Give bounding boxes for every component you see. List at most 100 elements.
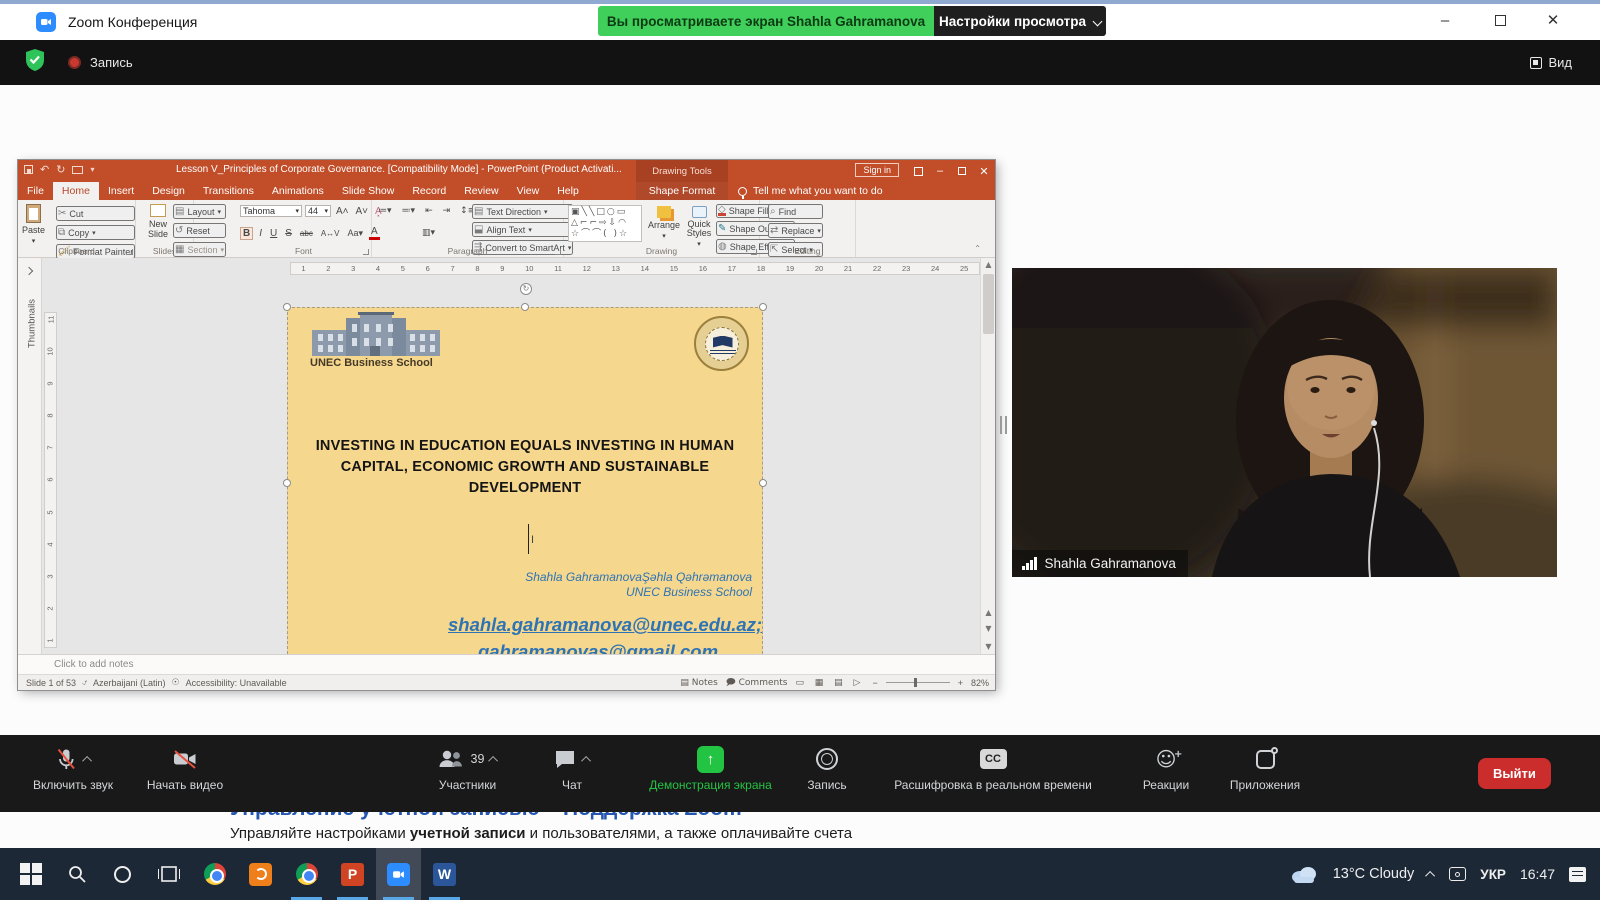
cut-button[interactable]: ✂Cut: [56, 206, 135, 221]
start-video-button[interactable]: Начать видео: [129, 744, 241, 792]
minimize-button[interactable]: –: [1430, 4, 1460, 36]
scrollbar-thumb[interactable]: [983, 274, 994, 334]
clock[interactable]: 16:47: [1520, 866, 1555, 882]
tab-file[interactable]: File: [18, 182, 53, 200]
show-hidden-icons-chevron[interactable]: [1425, 870, 1435, 880]
taskbar-search-button[interactable]: [54, 848, 99, 900]
taskbar-chrome-1[interactable]: [192, 848, 237, 900]
leave-meeting-button[interactable]: Выйти: [1478, 758, 1551, 789]
bullets-icon[interactable]: ≔▾: [376, 206, 394, 216]
text-direction-button[interactable]: ▤Text Direction▾: [472, 204, 573, 219]
font-dialog-launcher[interactable]: [363, 249, 369, 255]
drawing-dialog-launcher[interactable]: [751, 249, 757, 255]
layout-button[interactable]: ▤Layout▾: [173, 204, 226, 219]
weather-label[interactable]: 13°C Cloudy: [1333, 866, 1415, 882]
arrange-button[interactable]: Arrange▾: [648, 206, 680, 240]
slide-author-block[interactable]: Shahla GahramanovaŞəhla Qəhrəmanova UNEC…: [525, 570, 752, 599]
tell-me-box[interactable]: Tell me what you want to do: [738, 182, 883, 200]
spell-check-icon[interactable]: ⍻: [82, 678, 87, 688]
columns-icon[interactable]: ▥▾: [420, 228, 437, 238]
align-text-button[interactable]: ⬓Align Text▾: [472, 222, 573, 237]
record-button[interactable]: Запись: [787, 744, 867, 792]
numbering-icon[interactable]: ≕▾: [400, 206, 418, 216]
taskbar-chrome-2[interactable]: [284, 848, 329, 900]
taskbar-powerpoint[interactable]: P: [330, 848, 375, 900]
accessibility-status[interactable]: Accessibility: Unavailable: [186, 678, 287, 688]
cortana-button[interactable]: [100, 848, 145, 900]
copy-button[interactable]: ⧉Copy▾: [56, 225, 135, 240]
tab-record[interactable]: Record: [403, 182, 455, 200]
selection-handle[interactable]: [521, 303, 529, 311]
slide-title[interactable]: INVESTING IN EDUCATION EQUALS INVESTING …: [298, 436, 752, 499]
replace-button[interactable]: ⇄Replace▾: [768, 223, 823, 238]
thumbnails-panel[interactable]: Thumbnails: [18, 258, 42, 654]
keyboard-language[interactable]: УКР: [1480, 867, 1506, 882]
share-screen-button[interactable]: ↑ Демонстрация экрана: [618, 744, 803, 792]
tab-transitions[interactable]: Transitions: [194, 182, 263, 200]
shapes-gallery[interactable]: ▣╲╲□○▭△⌐⌐⇨⇩◠☆⌒⌒( )☆: [568, 205, 642, 242]
quick-styles-button[interactable]: Quick Styles▾: [682, 206, 716, 248]
tab-shape-format[interactable]: Shape Format: [636, 182, 728, 200]
sign-in-button[interactable]: Sign in: [855, 163, 899, 177]
previous-slide-icon[interactable]: ▲: [981, 606, 995, 620]
audio-options-chevron-icon[interactable]: [82, 755, 92, 765]
selection-handle[interactable]: [283, 303, 291, 311]
live-transcript-button[interactable]: CC Расшифровка в реальном времени: [873, 744, 1113, 792]
customize-qat-icon[interactable]: ▾: [90, 165, 94, 174]
action-center-icon[interactable]: [1569, 867, 1586, 882]
tab-help[interactable]: Help: [548, 182, 588, 200]
tab-review[interactable]: Review: [455, 182, 507, 200]
close-button[interactable]: ✕: [1538, 4, 1568, 36]
reactions-button[interactable]: ☺+ Реакции: [1126, 744, 1206, 792]
save-icon[interactable]: [24, 165, 33, 174]
shadow-button[interactable]: abc: [298, 229, 315, 238]
decrease-font-icon[interactable]: A˅: [354, 206, 371, 217]
view-button[interactable]: Вид: [1530, 55, 1572, 70]
participants-button[interactable]: 39 Участники: [405, 744, 530, 792]
tab-insert[interactable]: Insert: [99, 182, 143, 200]
tab-design[interactable]: Design: [143, 182, 194, 200]
next-slide-icon[interactable]: ▼: [981, 622, 995, 636]
paragraph-dialog-launcher[interactable]: [555, 249, 561, 255]
find-button[interactable]: ⌕Find: [768, 204, 823, 219]
participant-video-tile[interactable]: Shahla Gahramanova: [1012, 268, 1557, 577]
section-button[interactable]: ▦Section▾: [173, 242, 226, 257]
tab-animations[interactable]: Animations: [263, 182, 333, 200]
font-size-combo[interactable]: 44▾: [305, 205, 331, 217]
start-button[interactable]: [8, 848, 53, 900]
scroll-down-icon[interactable]: ▼: [981, 640, 995, 654]
notes-toggle[interactable]: ▤ Notes: [680, 678, 717, 688]
taskbar-orange-app[interactable]: [238, 848, 283, 900]
selection-handle[interactable]: [759, 479, 767, 487]
selection-handle[interactable]: [759, 303, 767, 311]
zoom-slider[interactable]: [886, 682, 950, 683]
ppt-restore-button[interactable]: [951, 160, 973, 182]
security-shield-icon[interactable]: [24, 48, 46, 77]
view-buttons[interactable]: ▭ ▦ ▤ ▷: [795, 678, 864, 688]
comments-toggle[interactable]: 🗩 Comments: [726, 675, 788, 691]
chat-button[interactable]: Чат: [532, 744, 612, 792]
maximize-button[interactable]: [1485, 4, 1515, 36]
italic-button[interactable]: I: [257, 228, 264, 239]
tab-slide-show[interactable]: Slide Show: [333, 182, 404, 200]
ppt-close-button[interactable]: ✕: [973, 160, 995, 182]
participants-chevron-icon[interactable]: [489, 755, 499, 765]
task-view-button[interactable]: [146, 848, 191, 900]
change-case-button[interactable]: Aa▾: [346, 228, 366, 239]
zoom-in-icon[interactable]: +: [958, 678, 963, 688]
redo-icon[interactable]: ↻: [56, 163, 65, 176]
bold-button[interactable]: B: [240, 227, 253, 240]
increase-indent-icon[interactable]: ⇥: [441, 206, 453, 216]
panel-resize-handle[interactable]: [1000, 416, 1010, 434]
unmute-button[interactable]: Включить звук: [17, 744, 129, 792]
vertical-scrollbar[interactable]: ▲ ▲ ▼ ▼: [980, 258, 995, 654]
slideshow-icon[interactable]: [72, 166, 83, 174]
taskbar-zoom[interactable]: [376, 848, 421, 900]
chat-chevron-icon[interactable]: [581, 755, 591, 765]
selection-handle[interactable]: [283, 479, 291, 487]
apps-button[interactable]: Приложения: [1215, 744, 1315, 792]
clipboard-dialog-launcher[interactable]: [127, 249, 133, 255]
zoom-out-icon[interactable]: −: [872, 678, 877, 688]
decrease-indent-icon[interactable]: ⇤: [423, 206, 435, 216]
new-slide-button[interactable]: New Slide: [138, 204, 178, 239]
